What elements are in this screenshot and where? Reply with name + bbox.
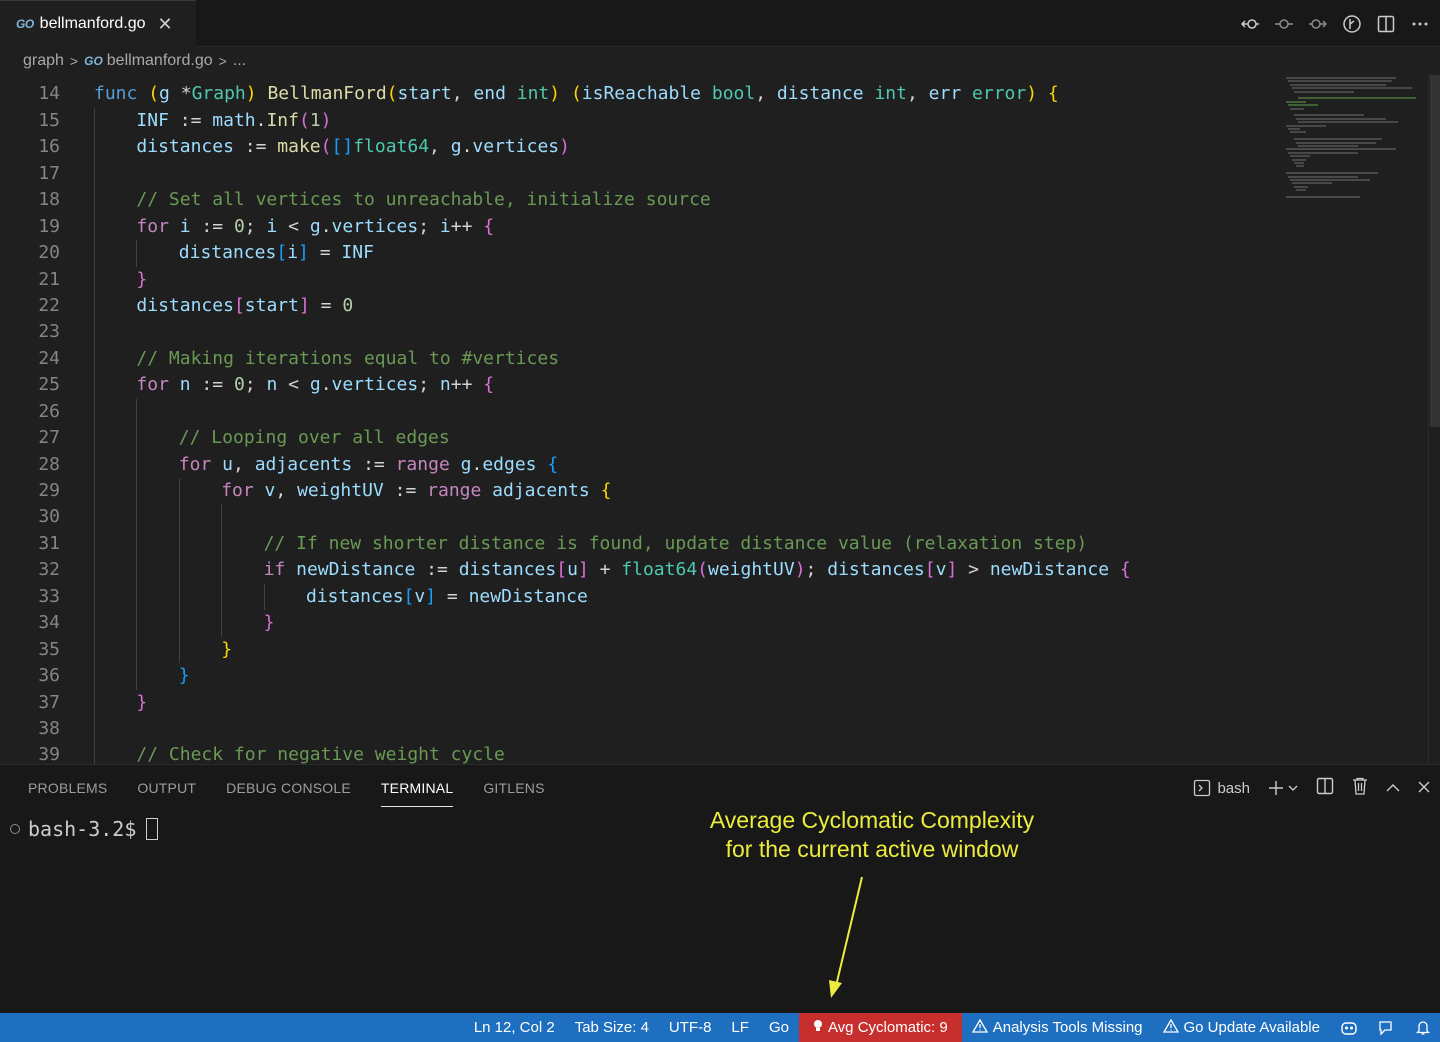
warning-icon <box>1162 1018 1179 1037</box>
status-encoding[interactable]: UTF-8 <box>659 1013 722 1042</box>
status-analysis-tools-label: Analysis Tools Missing <box>992 1019 1143 1036</box>
warning-icon <box>971 1018 988 1037</box>
status-cursor-position[interactable]: Ln 12, Col 2 <box>464 1013 565 1042</box>
status-tab-size[interactable]: Tab Size: 4 <box>565 1013 659 1042</box>
notifications-bell-icon[interactable] <box>1406 1013 1440 1042</box>
annotation-arrow-head <box>829 980 842 998</box>
status-analysis-tools[interactable]: Analysis Tools Missing <box>962 1013 1153 1042</box>
status-go-update[interactable]: Go Update Available <box>1153 1013 1331 1042</box>
status-go-update-label: Go Update Available <box>1183 1019 1321 1036</box>
annotation-arrow <box>829 876 863 998</box>
status-bar: Ln 12, Col 2 Tab Size: 4 UTF-8 LF Go Avg… <box>0 1013 1440 1042</box>
status-avg-cyclomatic[interactable]: Avg Cyclomatic: 9 <box>798 1013 962 1042</box>
feedback-icon[interactable] <box>1368 1013 1406 1042</box>
status-eol[interactable]: LF <box>721 1013 759 1042</box>
status-language[interactable]: Go <box>759 1013 799 1042</box>
status-avg-cyclomatic-label: Avg Cyclomatic: 9 <box>827 1019 948 1036</box>
copilot-icon[interactable] <box>1330 1013 1368 1042</box>
lightbulb-icon <box>813 1019 823 1037</box>
annotation-arrow-shaft <box>835 876 863 987</box>
